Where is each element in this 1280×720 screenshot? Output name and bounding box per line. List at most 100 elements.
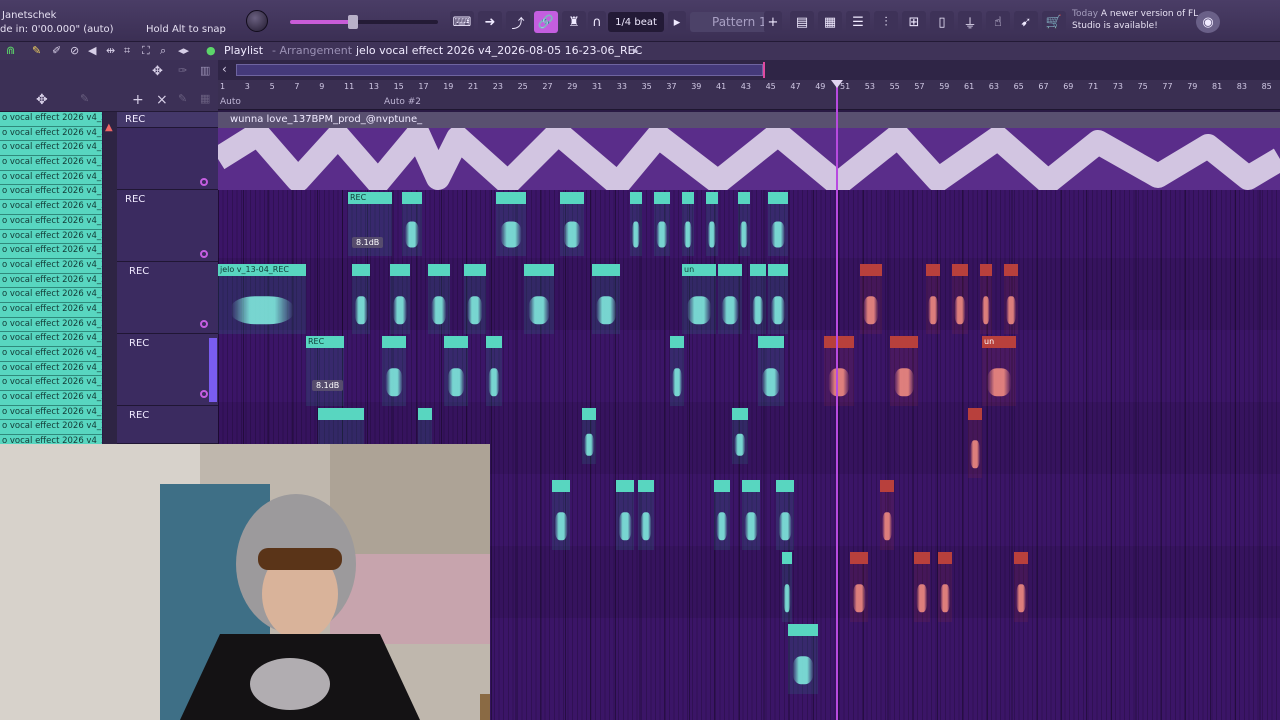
project-info-icon[interactable]: ▯ <box>930 11 954 33</box>
audio-clip[interactable] <box>782 552 792 622</box>
edit-icon[interactable]: ✎ <box>80 92 89 105</box>
audio-clip-red[interactable] <box>938 552 952 622</box>
channel-scrollbar[interactable]: ▲ <box>103 112 117 444</box>
channel-item[interactable]: o vocal effect 2026 v4_2 <box>0 361 102 377</box>
snap-select[interactable]: 1/4 beat <box>608 12 664 32</box>
track-led-icon[interactable] <box>200 320 208 328</box>
audio-clip[interactable] <box>714 480 730 550</box>
close-icon[interactable]: × <box>156 92 168 108</box>
audio-clip[interactable] <box>524 264 554 334</box>
audio-clip[interactable] <box>616 480 634 550</box>
audio-clip[interactable] <box>352 264 370 334</box>
play-pattern-icon[interactable]: ▸ <box>668 11 686 33</box>
snap-icon[interactable]: ✑ <box>178 64 187 77</box>
channel-item[interactable]: o vocal effect 2026 v4_2 <box>0 141 102 157</box>
master-waveform[interactable] <box>211 121 1280 196</box>
track-led-icon[interactable] <box>200 250 208 258</box>
paint-tool-icon[interactable]: ✐ <box>52 44 61 57</box>
audio-clip-red[interactable] <box>880 480 894 550</box>
channel-item[interactable]: o vocal effect 2026 v4_2 <box>0 332 102 347</box>
audio-clip[interactable] <box>706 192 718 256</box>
channel-item[interactable]: o vocal effect 2026 v4_2 <box>0 170 102 186</box>
channel-item[interactable]: o vocal effect 2026 v4_2 <box>0 405 102 421</box>
master-clip-header[interactable]: wunna love_137BPM_prod_@nvptune_ <box>218 112 1280 128</box>
grid-icon[interactable]: ▦ <box>200 92 210 105</box>
track-header[interactable]: REC <box>117 112 218 128</box>
mute-tool-icon[interactable]: ◀ <box>88 44 96 57</box>
channel-rack-icon[interactable]: ☰ <box>846 11 870 33</box>
audio-clip-red[interactable] <box>824 336 854 406</box>
browser-icon[interactable]: ⊞ <box>902 11 926 33</box>
magnet-icon[interactable]: ∩ <box>588 11 606 33</box>
channel-item[interactable]: o vocal effect 2026 v4_2 <box>0 200 102 215</box>
audio-clip-red[interactable] <box>860 264 882 334</box>
audio-clip-red[interactable] <box>968 408 982 478</box>
slider-thumb[interactable] <box>348 15 358 29</box>
audio-clip-red[interactable]: un <box>982 336 1016 406</box>
add-pattern-icon[interactable]: + <box>764 11 782 33</box>
audio-clip[interactable] <box>750 264 766 334</box>
audio-clip[interactable] <box>738 192 750 256</box>
audio-clip[interactable] <box>670 336 684 406</box>
channel-item[interactable]: o vocal effect 2026 v4_2 <box>0 214 102 230</box>
audio-clip-red[interactable] <box>980 264 992 334</box>
scroll-left-icon[interactable]: ‹ <box>222 62 227 76</box>
channel-item[interactable]: o vocal effect 2026 v4_2 <box>0 435 102 444</box>
playhead-marker-icon[interactable] <box>831 80 843 88</box>
track-header[interactable]: REC <box>117 262 218 334</box>
slip-tool-icon[interactable]: ⇹ <box>106 44 115 57</box>
channel-item[interactable]: o vocal effect 2026 v4_2 <box>0 156 102 171</box>
typing-keyboard-icon[interactable]: ⌨ <box>450 11 474 33</box>
track-led-icon[interactable] <box>200 390 208 398</box>
channel-item[interactable]: o vocal effect 2026 v4_2 <box>0 288 102 303</box>
audio-clip[interactable] <box>552 480 570 550</box>
audio-clip-red[interactable] <box>926 264 940 334</box>
link-icon[interactable]: 🔗 <box>534 11 558 33</box>
audio-clip[interactable] <box>382 336 406 406</box>
channel-item[interactable]: o vocal effect 2026 v4_2 <box>0 185 102 201</box>
chevron-right-icon[interactable]: ▸ <box>633 44 639 57</box>
zoom-tool-icon[interactable]: ⌕ <box>160 44 166 58</box>
audio-clip-red[interactable] <box>850 552 868 622</box>
audio-clip[interactable] <box>560 192 584 256</box>
playlist-icon[interactable]: ▤ <box>790 11 814 33</box>
channel-item[interactable]: o vocal effect 2026 v4_2 <box>0 347 102 362</box>
pencil-tool-icon[interactable]: ✎ <box>32 44 41 57</box>
channel-item[interactable]: o vocal effect 2026 v4_2 <box>0 112 102 127</box>
channel-item[interactable]: o vocal effect 2026 v4_2 <box>0 420 102 436</box>
audio-clip-red[interactable] <box>890 336 918 406</box>
audio-clip[interactable] <box>732 408 748 464</box>
stamp-icon[interactable]: ♜ <box>562 11 586 33</box>
channel-item[interactable]: o vocal effect 2026 v4_2 <box>0 317 102 333</box>
channel-item[interactable]: o vocal effect 2026 v4_2 <box>0 258 102 274</box>
audio-clip[interactable] <box>592 264 620 334</box>
fit-icon[interactable]: ✥ <box>152 64 163 79</box>
audio-clip[interactable] <box>768 192 788 256</box>
playhead[interactable] <box>836 80 838 720</box>
fl-icon[interactable]: ➹ <box>1014 11 1038 33</box>
audio-clip[interactable] <box>444 336 468 406</box>
audio-clip[interactable] <box>418 408 432 444</box>
drag-icon[interactable]: ✥ <box>36 92 48 108</box>
audio-clip[interactable] <box>486 336 502 406</box>
delete-tool-icon[interactable]: ⊘ <box>70 44 79 57</box>
channel-item[interactable]: o vocal effect 2026 v4_2 <box>0 244 102 259</box>
timeline-ruler[interactable]: Auto Auto #2 1 3 5 7 9 11 13 15 17 19 21 23 25 27 29 31… <box>218 80 1280 110</box>
step-edit-icon[interactable]: ➜ <box>478 11 502 33</box>
globe-icon[interactable]: ◉ <box>1196 11 1220 33</box>
channel-item[interactable]: o vocal effect 2026 v4_2 <box>0 302 102 318</box>
audio-clip[interactable] <box>682 192 694 256</box>
track-led-icon[interactable] <box>200 178 208 186</box>
audio-clip[interactable] <box>758 336 784 406</box>
slice-tool-icon[interactable]: ⌗ <box>124 44 130 58</box>
plugin-icon[interactable]: ⏚ <box>958 11 982 33</box>
master-volume-knob[interactable] <box>246 10 268 32</box>
audio-clip-red[interactable] <box>914 552 930 622</box>
track-header[interactable]: REC <box>117 406 218 444</box>
audio-clip[interactable]: jelo v_13-04_REC <box>218 264 306 334</box>
audio-clip-red[interactable] <box>1014 552 1028 622</box>
slide-tool-icon[interactable]: ⤴ <box>506 11 530 33</box>
audio-clip[interactable] <box>496 192 526 256</box>
audio-clip-red[interactable] <box>952 264 968 334</box>
audio-clip[interactable] <box>638 480 654 550</box>
